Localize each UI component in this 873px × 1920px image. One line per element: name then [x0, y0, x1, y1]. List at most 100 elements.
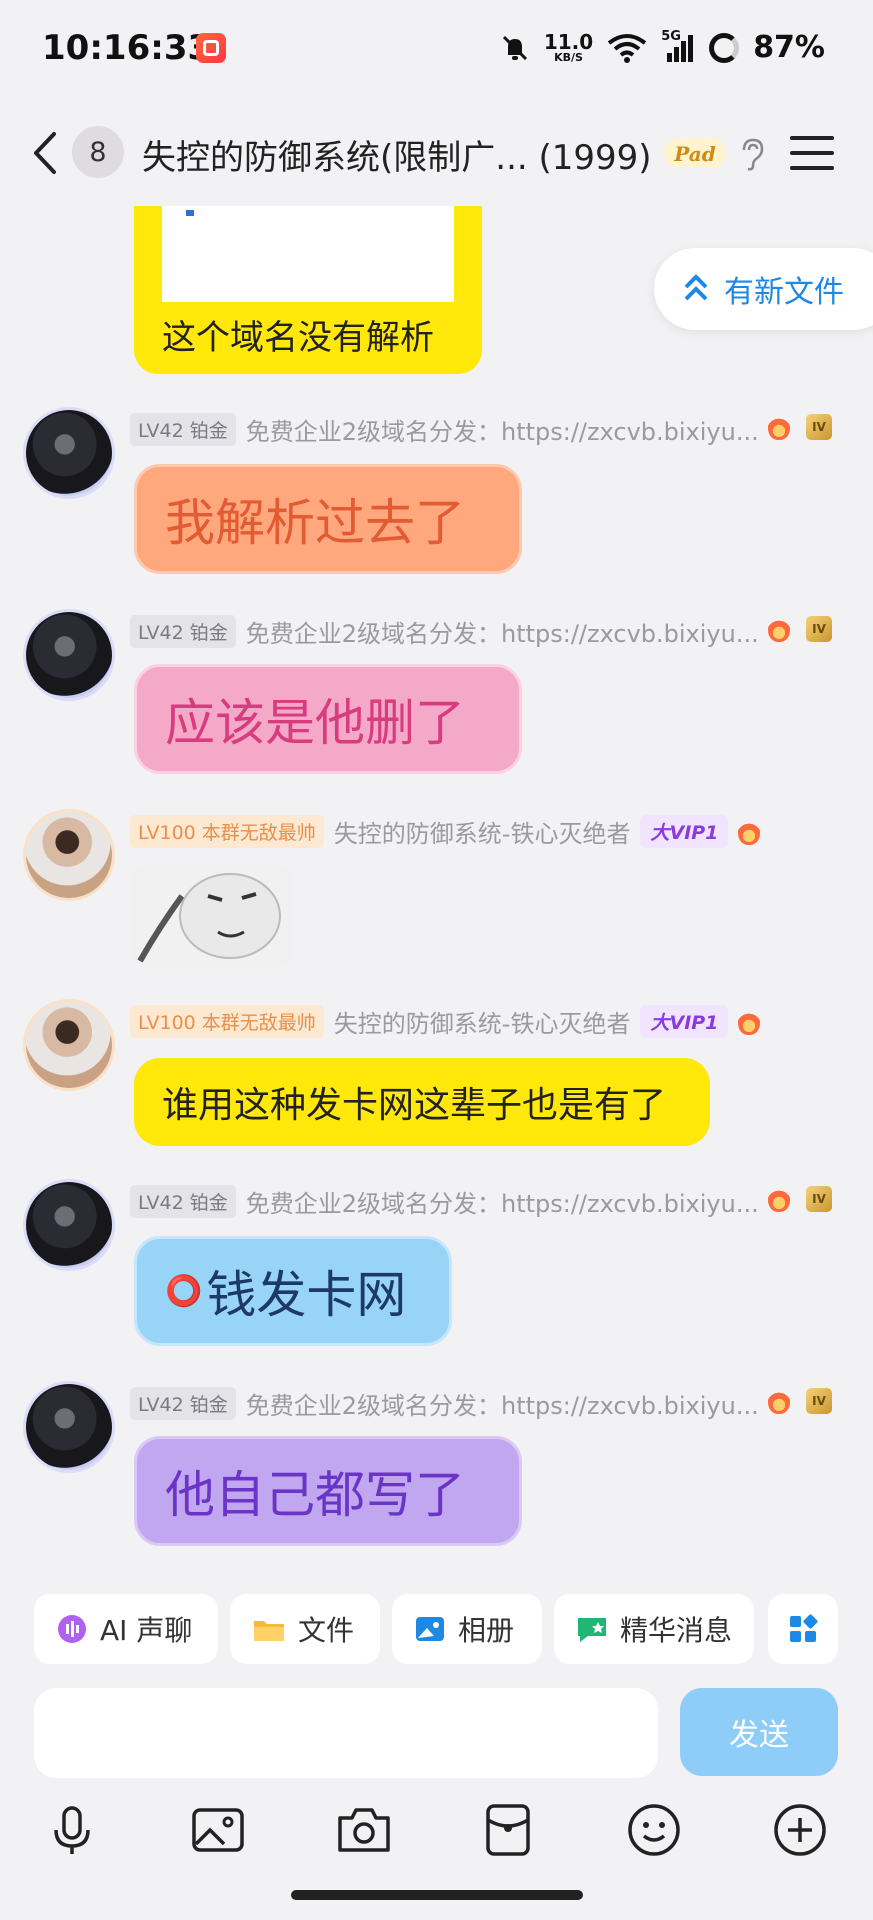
flame-icon	[768, 414, 790, 440]
sticker-image[interactable]	[130, 866, 294, 966]
new-file-button[interactable]: 有新文件	[654, 248, 873, 330]
status-bar: 10:16:33 11.0 KB/S 5G 87%	[0, 0, 873, 100]
avatar[interactable]	[26, 1182, 112, 1268]
bubble-text: 他自己都写了	[165, 1466, 465, 1524]
bubble-text: 应该是他删了	[165, 694, 465, 752]
avatar[interactable]	[26, 1384, 112, 1470]
tier-badge-icon: IV	[806, 414, 832, 440]
page-title[interactable]: 失控的防御系统(限制广... (1999)	[142, 130, 652, 179]
album-icon	[416, 1617, 444, 1641]
net-speed: 11.0 KB/S	[544, 32, 593, 63]
menu-line	[790, 166, 834, 170]
folder-icon	[254, 1621, 284, 1641]
avatar[interactable]	[26, 612, 112, 698]
red-packet-icon[interactable]	[478, 1800, 538, 1860]
chat-header: 8 失控的防御系统(限制广... (1999) Pad	[0, 100, 873, 206]
bubble-text: 谁用这种发卡网这辈子也是有了	[162, 1085, 667, 1126]
new-file-label: 有新文件	[724, 275, 844, 310]
signal-icon: 5G	[661, 29, 695, 63]
menu-line	[790, 136, 834, 140]
sender-name[interactable]: 免费企业2级域名分发：https://zxcvb.bixiyu...	[246, 412, 759, 447]
avatar[interactable]	[26, 812, 112, 898]
meme-face-icon	[130, 866, 294, 966]
vip-badge: 大VIP1	[640, 815, 729, 848]
ai-voice-chat-button[interactable]: AI 声聊	[34, 1594, 218, 1664]
level-badge: LV42 铂金	[130, 1387, 236, 1420]
message-meta: LV42 铂金 免费企业2级域名分发：https://zxcvb.bixiyu.…	[130, 614, 759, 649]
bubble-text: 钱发卡网	[206, 1266, 407, 1324]
tier-badge-icon: IV	[806, 1388, 832, 1414]
camera-icon[interactable]	[334, 1800, 394, 1860]
screenshot-thumbnail[interactable]	[162, 206, 454, 302]
level-badge: LV42 铂金	[130, 413, 236, 446]
plus-icon[interactable]	[770, 1800, 830, 1860]
message-meta: LV42 铂金 免费企业2级域名分发：https://zxcvb.bixiyu.…	[130, 412, 759, 447]
highlight-messages-button[interactable]: 精华消息	[554, 1594, 754, 1664]
message-meta: LV42 铂金 免费企业2级域名分发：https://zxcvb.bixiyu.…	[130, 1386, 759, 1421]
flame-icon	[738, 1008, 761, 1035]
net-speed-unit: KB/S	[554, 51, 583, 64]
composer-toolbar	[0, 1790, 873, 1890]
message-bubble[interactable]: 我解析过去了	[134, 464, 522, 574]
sender-name[interactable]: 失控的防御系统-铁心灭绝者	[334, 1004, 631, 1039]
apps-grid-icon	[790, 1614, 818, 1642]
message-bubble[interactable]: 应该是他删了	[134, 664, 522, 774]
vip-badge: 大VIP1	[640, 1005, 729, 1038]
pad-badge-text: Pad	[673, 142, 715, 166]
microphone-icon[interactable]	[42, 1800, 102, 1860]
avatar[interactable]	[26, 1002, 112, 1088]
battery-ring-icon	[709, 32, 740, 63]
menu-line	[790, 151, 834, 155]
quick-action-bar: AI 声聊 文件 相册 精华消息	[0, 1578, 873, 1688]
sender-name[interactable]: 免费企业2级域名分发：https://zxcvb.bixiyu...	[246, 1386, 759, 1421]
sender-name[interactable]: 免费企业2级域名分发：https://zxcvb.bixiyu...	[246, 614, 759, 649]
send-button[interactable]: 发送	[680, 1688, 838, 1776]
thumbnail-mark	[186, 210, 194, 216]
avatar[interactable]	[26, 410, 112, 496]
emoji-icon[interactable]	[624, 1800, 684, 1860]
more-apps-button[interactable]	[768, 1594, 838, 1664]
flame-icon	[738, 818, 761, 845]
tier-badge-icon: IV	[806, 616, 832, 642]
message-bubble[interactable]: ⭕ 钱发卡网	[134, 1236, 452, 1346]
double-chevron-up-icon	[684, 274, 708, 301]
message-meta: LV100 本群无敌最帅 失控的防御系统-铁心灭绝者 大VIP1	[130, 814, 761, 849]
message-bubble[interactable]: 他自己都写了	[134, 1436, 522, 1546]
tier-badge-icon: IV	[806, 1186, 832, 1212]
message-input[interactable]	[34, 1688, 658, 1778]
album-button[interactable]: 相册	[392, 1594, 542, 1664]
highlight-label: 精华消息	[620, 1614, 733, 1647]
net-speed-value: 11.0	[543, 30, 594, 54]
file-label: 文件	[298, 1614, 355, 1647]
app-notification-icon	[196, 33, 226, 63]
file-button[interactable]: 文件	[230, 1594, 380, 1664]
sender-name[interactable]: 免费企业2级域名分发：https://zxcvb.bixiyu...	[246, 1184, 759, 1219]
circle-emoji-icon: ⭕	[165, 1273, 203, 1309]
bubble-text: 我解析过去了	[165, 494, 465, 552]
pad-badge-icon: Pad	[664, 138, 726, 168]
menu-icon[interactable]	[790, 136, 834, 170]
message-meta: LV100 本群无敌最帅 失控的防御系统-铁心灭绝者 大VIP1	[130, 1004, 761, 1039]
message-bubble[interactable]: 谁用这种发卡网这辈子也是有了	[134, 1058, 710, 1146]
level-badge: LV42 铂金	[130, 615, 236, 648]
ai-voice-icon	[58, 1615, 86, 1643]
status-icons: 11.0 KB/S 5G 87%	[500, 29, 825, 65]
ear-icon[interactable]	[738, 136, 766, 172]
home-indicator[interactable]	[291, 1890, 583, 1900]
clock: 10:16:33	[42, 28, 212, 68]
level-badge: LV100 本群无敌最帅	[130, 815, 324, 848]
mute-bell-icon	[502, 35, 527, 60]
battery-percent: 87%	[753, 30, 825, 65]
composer: 发送	[0, 1688, 873, 1788]
flame-icon	[768, 616, 790, 642]
wifi-icon	[607, 33, 647, 63]
unread-count-badge[interactable]: 8	[72, 126, 124, 178]
bubble-text: 这个域名没有解析	[162, 318, 434, 358]
message-bubble[interactable]: 这个域名没有解析	[134, 206, 482, 374]
back-arrow-icon[interactable]	[30, 130, 60, 176]
image-icon[interactable]	[188, 1800, 248, 1860]
flame-icon	[768, 1186, 790, 1212]
level-badge: LV42 铂金	[130, 1185, 236, 1218]
sender-name[interactable]: 失控的防御系统-铁心灭绝者	[334, 814, 631, 849]
highlight-icon	[578, 1618, 606, 1642]
